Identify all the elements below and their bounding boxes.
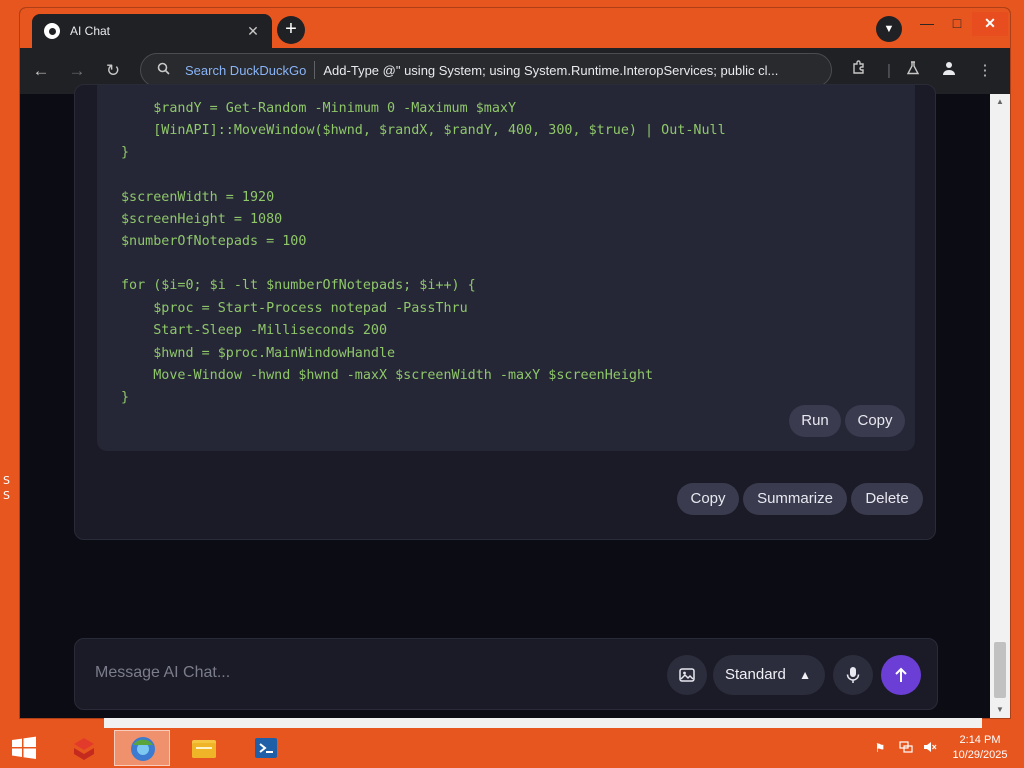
mode-label: Standard (725, 666, 786, 683)
omnibox-divider (314, 61, 316, 79)
taskbar-app-icon[interactable] (56, 730, 112, 766)
scroll-down-icon[interactable]: ▼ (990, 702, 1010, 718)
window-close-button[interactable]: ✕ (972, 12, 1008, 36)
code-line: $proc = Start-Process notepad -PassThru (121, 301, 468, 316)
copy-code-button[interactable]: Copy (845, 405, 905, 437)
search-engine-label: Search DuckDuckGo (185, 62, 307, 78)
code-line: Start-Sleep -Milliseconds 200 (121, 323, 388, 338)
tab-bar: AI Chat ✕ + ▼ — □ ✕ (20, 8, 1010, 48)
assistant-message: $randY = Get-Random -Minimum 0 -Maximum … (74, 84, 936, 540)
forward-arrow-icon[interactable]: → (66, 60, 88, 82)
taskbar-browser-icon[interactable] (114, 730, 170, 766)
search-icon (157, 62, 173, 78)
back-arrow-icon[interactable]: ← (30, 60, 52, 82)
system-clock[interactable]: 2:14 PM 10/29/2025 (944, 733, 1016, 763)
code-line: for ($i=0; $i -lt $numberOfNotepads; $i+… (121, 278, 476, 293)
tab-title: AI Chat (70, 24, 111, 38)
new-tab-button[interactable]: + (277, 16, 305, 44)
address-bar-text: Add-Type @" using System; using System.R… (323, 62, 779, 78)
code-line: } (121, 390, 130, 405)
code-line: [WinAPI]::MoveWindow($hwnd, $randX, $ran… (121, 123, 726, 138)
clock-time: 2:14 PM (959, 734, 1001, 746)
code-line: } (121, 145, 130, 160)
desktop-icon-label: S (3, 474, 10, 487)
maximize-button[interactable]: □ (942, 12, 972, 36)
horizontal-scrollbar[interactable] (104, 718, 982, 728)
browser-window: AI Chat ✕ + ▼ — □ ✕ ← → ↻ Search DuckDuc… (20, 8, 1010, 718)
profile-avatar-icon[interactable] (938, 60, 960, 82)
summarize-button[interactable]: Summarize (743, 483, 847, 515)
desktop-icon-label: S (3, 489, 10, 502)
network-icon[interactable] (898, 740, 914, 756)
message-composer[interactable]: Message AI Chat... Standard ▲ (74, 638, 938, 710)
code-line: $randY = Get-Random -Minimum 0 -Maximum … (121, 101, 517, 116)
message-input[interactable]: Message AI Chat... (95, 664, 230, 682)
code-block: $randY = Get-Random -Minimum 0 -Maximum … (97, 85, 915, 451)
scroll-up-icon[interactable]: ▲ (990, 94, 1010, 110)
tab-search-icon[interactable]: ▼ (876, 16, 902, 42)
send-button[interactable] (881, 655, 921, 695)
minimize-button[interactable]: — (912, 12, 942, 36)
address-bar[interactable]: Search DuckDuckGo Add-Type @" using Syst… (140, 53, 832, 87)
start-button[interactable] (0, 730, 48, 766)
image-upload-icon[interactable] (667, 655, 707, 695)
taskbar-explorer-icon[interactable] (176, 730, 232, 766)
code-line: $screenWidth = 1920 (121, 190, 275, 205)
clock-date: 10/29/2025 (952, 749, 1008, 761)
code-line: $screenHeight = 1080 (121, 212, 283, 227)
taskbar: ⚑ 2:14 PM 10/29/2025 (0, 728, 1024, 768)
chevron-up-icon: ▲ (799, 668, 811, 682)
page-scrollbar[interactable]: ▲ ▼ (990, 94, 1010, 718)
copy-message-button[interactable]: Copy (677, 483, 739, 515)
code-line: $numberOfNotepads = 100 (121, 234, 307, 249)
action-center-flag-icon[interactable]: ⚑ (872, 740, 888, 756)
extensions-icon[interactable] (848, 60, 870, 82)
code-line: $hwnd = $proc.MainWindowHandle (121, 346, 396, 361)
scrollbar-thumb[interactable] (994, 642, 1006, 698)
tab-ai-chat[interactable]: AI Chat ✕ (32, 14, 272, 48)
delete-message-button[interactable]: Delete (851, 483, 923, 515)
volume-muted-icon[interactable] (922, 740, 938, 756)
menu-kebab-icon[interactable]: ⋮ (974, 60, 996, 82)
microphone-icon[interactable] (833, 655, 873, 695)
tab-close-icon[interactable]: ✕ (246, 23, 260, 40)
reload-icon[interactable]: ↻ (102, 60, 124, 82)
toolbar-divider: | (887, 62, 891, 79)
code-line: Move-Window -hwnd $hwnd -maxX $screenWid… (121, 368, 654, 383)
duckduckgo-favicon-icon (44, 23, 60, 39)
labs-flask-icon[interactable] (902, 60, 924, 82)
chat-page: $randY = Get-Random -Minimum 0 -Maximum … (20, 84, 990, 718)
mode-selector[interactable]: Standard ▲ (713, 655, 825, 695)
run-code-button[interactable]: Run (789, 405, 841, 437)
taskbar-powershell-icon[interactable] (238, 730, 294, 766)
